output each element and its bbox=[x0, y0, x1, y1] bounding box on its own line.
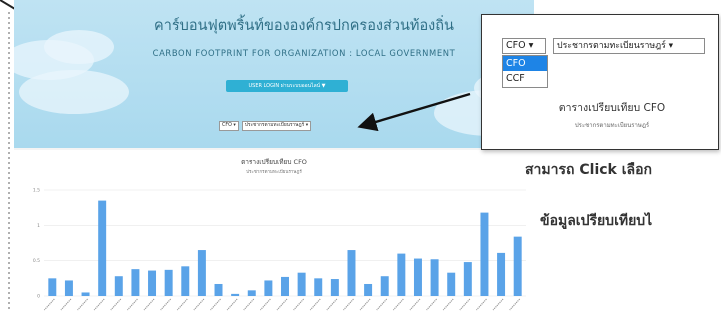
annotation-line-2: ข้อมูลเปรียบเทียบไ bbox=[540, 213, 653, 229]
annotation-line-1: สามารถ Click เลือก bbox=[525, 162, 652, 178]
